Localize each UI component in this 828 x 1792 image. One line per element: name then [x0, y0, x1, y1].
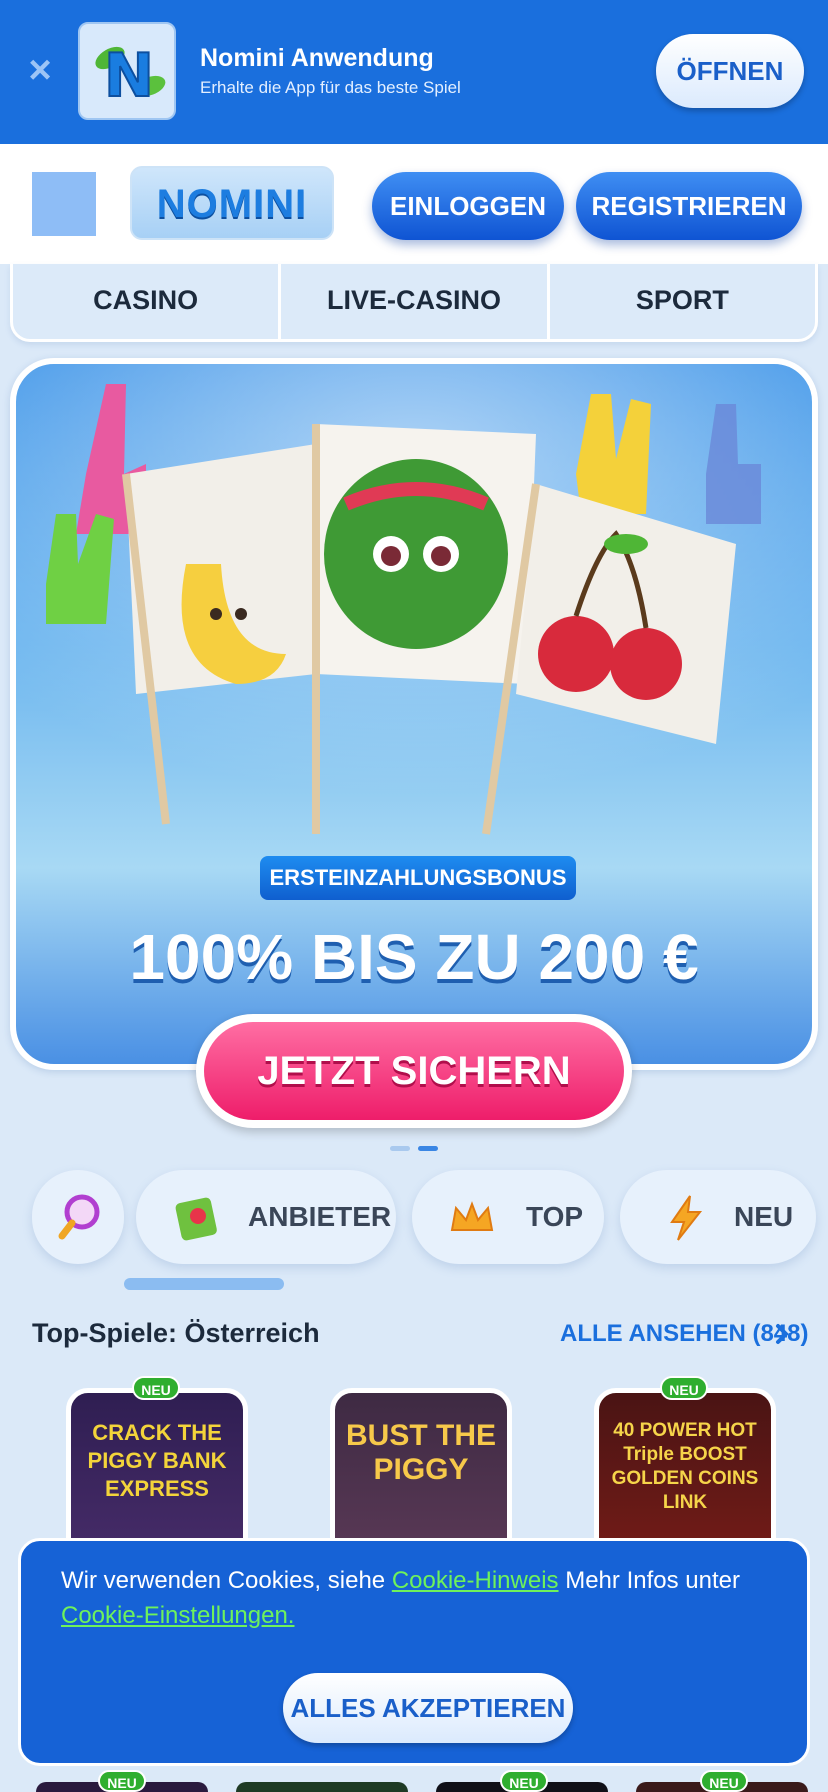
- cookie-notice-link[interactable]: Cookie-Hinweis: [392, 1567, 559, 1594]
- filter-top-label: TOP: [526, 1201, 584, 1232]
- accept-all-cookies-button[interactable]: ALLES AKZEPTIEREN: [283, 1673, 573, 1743]
- app-name: Nomini Anwendung: [200, 44, 434, 72]
- new-badge: NEU: [132, 1376, 180, 1400]
- game-tile[interactable]: [236, 1782, 408, 1792]
- chevron-right-icon: [776, 1324, 789, 1344]
- game-title: BUST THE PIGGY: [346, 1419, 496, 1486]
- logo-text: NOMINI: [156, 182, 308, 226]
- filter-new-label: NEU: [734, 1201, 794, 1232]
- cookie-settings-link[interactable]: Cookie-Einstellungen.: [61, 1602, 294, 1629]
- site-logo[interactable]: NOMINI: [130, 166, 334, 240]
- cookie-message: Wir verwenden Cookies, siehe Cookie-Hinw…: [61, 1563, 761, 1633]
- game-title: 40 POWER HOT Triple BOOST GOLDEN COINS L…: [611, 1420, 759, 1513]
- claim-bonus-label: JETZT SICHERN: [204, 1022, 624, 1120]
- app-subtitle: Erhalte die App für das beste Spiel: [200, 78, 461, 97]
- new-badge: NEU: [660, 1376, 708, 1400]
- close-icon[interactable]: ×: [22, 50, 58, 90]
- promo-banner[interactable]: ERSTEINZAHLUNGSBONUS 100% BIS ZU 200 €: [10, 358, 818, 1070]
- app-logo-icon: N: [78, 22, 176, 120]
- cookie-text-middle: Mehr Infos unter: [558, 1567, 740, 1594]
- login-button[interactable]: EINLOGGEN: [372, 172, 564, 240]
- promo-headline: 100% BIS ZU 200 €: [129, 921, 699, 993]
- bonus-tag: ERSTEINZAHLUNGSBONUS: [260, 856, 576, 900]
- crown-icon: [450, 1201, 494, 1231]
- promo-illustration: [16, 364, 812, 844]
- filter-top[interactable]: TOP: [412, 1170, 604, 1264]
- app-install-banner: × N Nomini Anwendung Erhalte die App für…: [0, 0, 828, 144]
- claim-bonus-button[interactable]: JETZT SICHERN: [196, 1014, 632, 1128]
- book-icon: [175, 1197, 217, 1241]
- filter-provider-label: ANBIETER: [248, 1201, 392, 1232]
- cookie-banner: Wir verwenden Cookies, siehe Cookie-Hinw…: [18, 1538, 810, 1766]
- filter-provider[interactable]: ANBIETER: [136, 1170, 396, 1264]
- see-all-label: ALLE ANSEHEN (848): [560, 1320, 809, 1347]
- filter-scroll-indicator[interactable]: [124, 1278, 284, 1290]
- cookie-text-start: Wir verwenden Cookies, siehe: [61, 1567, 392, 1594]
- new-badge: NEU: [700, 1770, 748, 1792]
- site-header: NOMINI EINLOGGEN REGISTRIEREN: [0, 144, 828, 264]
- nav-tab-sport[interactable]: SPORT: [546, 264, 815, 339]
- nav-tab-live-casino[interactable]: LIVE-CASINO: [278, 264, 546, 339]
- search-chip[interactable]: [32, 1170, 124, 1264]
- new-badge: NEU: [98, 1770, 146, 1792]
- search-icon: [58, 1194, 100, 1240]
- open-app-button[interactable]: ÖFFNEN: [656, 34, 804, 108]
- filter-new[interactable]: NEU: [620, 1170, 816, 1264]
- main-nav: CASINO LIVE-CASINO SPORT: [10, 264, 818, 342]
- section-title: Top-Spiele: Österreich: [32, 1318, 320, 1348]
- svg-text:N: N: [104, 41, 154, 111]
- new-badge: NEU: [500, 1770, 548, 1792]
- register-button[interactable]: REGISTRIEREN: [576, 172, 802, 240]
- menu-icon[interactable]: [32, 172, 96, 236]
- carousel-dot-active[interactable]: [418, 1146, 438, 1151]
- carousel-dot[interactable]: [390, 1146, 410, 1151]
- see-all-link[interactable]: ALLE ANSEHEN (848): [560, 1320, 808, 1348]
- game-title: CRACK THE PIGGY BANK EXPRESS: [87, 1420, 227, 1501]
- nav-tab-casino[interactable]: CASINO: [13, 264, 278, 339]
- lightning-icon: [670, 1195, 703, 1241]
